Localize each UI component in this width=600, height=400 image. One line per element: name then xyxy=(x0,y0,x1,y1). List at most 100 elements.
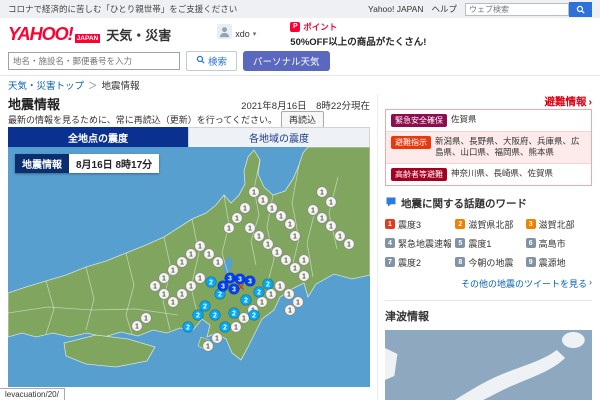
chevron-right-icon: › xyxy=(588,95,593,108)
intensity-marker-value: 3 xyxy=(248,279,252,286)
intensity-marker-value: 1 xyxy=(171,268,175,275)
trend-word-item[interactable]: 1 震度3 xyxy=(385,218,451,231)
intensity-marker-value: 1 xyxy=(198,276,202,283)
intensity-marker-value: 1 xyxy=(302,274,306,281)
evacuation-level-badge: 高齢者等避難 xyxy=(391,167,447,181)
intensity-marker-value: 2 xyxy=(218,292,222,299)
place-search-button[interactable]: 検索 xyxy=(186,51,238,71)
intensity-marker-value: 1 xyxy=(235,216,239,223)
trend-rank-badge: 7 xyxy=(385,257,395,268)
web-search xyxy=(465,1,592,17)
intensity-marker-value: 1 xyxy=(234,325,238,332)
trend-word-item[interactable]: 8 今朝の地震 xyxy=(455,256,521,269)
evacuation-areas: 新潟県、長野県、大阪府、兵庫県、広島県、山口県、福岡県、熊本県 xyxy=(435,136,580,158)
trend-word-item[interactable]: 3 滋賀北部 xyxy=(525,218,592,231)
evacuation-row[interactable]: 高齢者等避難 神奈川県、長崎県、佐賀県 xyxy=(386,162,591,185)
trend-word-item[interactable]: 2 滋賀県北部 xyxy=(455,218,521,231)
trend-word-label: 今朝の地震 xyxy=(468,257,514,268)
help-link[interactable]: ヘルプ xyxy=(431,3,457,15)
intensity-marker-value: 1 xyxy=(260,300,264,307)
intensity-marker-value: 1 xyxy=(278,284,282,291)
intensity-marker-value: 3 xyxy=(228,276,232,283)
more-tweets-link[interactable]: その他の地震のツイートを見る › xyxy=(385,277,592,290)
evacuation-level-badge: 緊急安全確保 xyxy=(391,114,447,127)
search-icon xyxy=(576,2,585,17)
trend-words-grid: 1 震度3 2 滋賀県北部 3 滋賀北部 4 緊急地震速報 5 震度1 6 高島市 7 震度2 8 今朝の地震… xyxy=(385,218,592,269)
place-search-row: 検索 パーソナル天気 xyxy=(0,50,600,76)
site-header: YAHOO! JAPAN 天気・災害 xdo ▾ P ポイント 50%OFF以上… xyxy=(0,18,600,50)
intensity-marker-value: 1 xyxy=(302,258,306,265)
breadcrumb: 天気・災害トップ ＞ 地震情報 xyxy=(0,76,600,94)
trend-word-label: 震源地 xyxy=(538,257,566,268)
evacuation-row[interactable]: 緊急安全確保 佐賀県 xyxy=(386,110,591,131)
intensity-marker-value: 1 xyxy=(347,242,351,249)
search-icon xyxy=(196,55,205,67)
intensity-marker-value: 1 xyxy=(296,300,300,307)
trend-word-label: 震度3 xyxy=(398,219,422,230)
trend-rank-badge: 9 xyxy=(525,257,536,268)
reload-button[interactable]: 再読込 xyxy=(281,110,325,128)
personal-weather-button[interactable]: パーソナル天気 xyxy=(243,51,330,71)
intensity-marker-value: 2 xyxy=(244,298,248,305)
intensity-marker-value: 1 xyxy=(329,224,333,231)
points-promo-link[interactable]: P ポイント 50%OFF以上の商品がたくさん! xyxy=(290,21,426,48)
intensity-marker-value: 1 xyxy=(227,226,231,233)
status-url: levacuation/20/ xyxy=(0,388,65,400)
tab-all-points[interactable]: 全地点の震度 xyxy=(8,127,188,147)
intensity-marker-value: 1 xyxy=(257,234,261,241)
service-title-link[interactable]: 天気・災害 xyxy=(106,25,171,44)
evacuation-level-badge: 避難指示 xyxy=(391,136,431,149)
trend-words-header: 地震に関する話題のワード xyxy=(385,196,592,211)
donation-promo-link[interactable]: コロナで経済的に苦しむ「ひとり親世帯」をご支援ください xyxy=(8,3,237,15)
evacuation-row[interactable]: 避難指示 新潟県、長野県、大阪府、兵庫県、広島県、山口県、福岡県、熊本県 xyxy=(386,131,591,163)
trend-word-item[interactable]: 9 震源地 xyxy=(525,256,592,269)
yahoo-japan-link[interactable]: Yahoo! JAPAN xyxy=(368,4,423,14)
intensity-marker-value: 1 xyxy=(162,276,166,283)
trend-rank-badge: 6 xyxy=(525,238,536,249)
trend-rank-badge: 2 xyxy=(455,219,466,230)
intensity-marker-value: 1 xyxy=(270,206,274,213)
breadcrumb-separator: ＞ xyxy=(88,81,98,92)
tsunami-section-link[interactable]: 津波情報 xyxy=(385,299,592,324)
trend-word-item[interactable]: 4 緊急地震速報 xyxy=(385,237,451,250)
intensity-marker-value: 2 xyxy=(196,313,200,320)
trend-word-item[interactable]: 6 高島市 xyxy=(525,237,592,250)
intensity-marker-value: 1 xyxy=(311,208,315,215)
intensity-marker-value: 1 xyxy=(275,250,279,257)
intensity-marker-value: 1 xyxy=(180,292,184,299)
hokkaido-landmass xyxy=(561,331,585,348)
breadcrumb-home-link[interactable]: 天気・災害トップ xyxy=(8,78,84,92)
user-menu[interactable]: xdo ▾ xyxy=(217,24,256,44)
chevron-down-icon: ▾ xyxy=(252,31,257,38)
intensity-marker-value: 1 xyxy=(171,300,175,307)
place-search-input[interactable] xyxy=(8,52,180,70)
yahoo-logo[interactable]: YAHOO! JAPAN xyxy=(8,24,101,44)
intensity-marker-value: 2 xyxy=(209,280,213,287)
intensity-marker-value: 2 xyxy=(203,304,207,311)
intensity-marker-value: 1 xyxy=(252,190,256,197)
intensity-marker-value: 1 xyxy=(338,234,342,241)
evacuation-info-link[interactable]: 避難情報 › xyxy=(385,94,593,109)
intensity-tabs: 全地点の震度 各地域の震度 xyxy=(8,127,370,147)
web-search-input[interactable] xyxy=(465,2,569,16)
evacuation-areas: 佐賀県 xyxy=(451,114,477,124)
trend-word-label: 滋賀県北部 xyxy=(468,219,514,230)
trend-word-label: 高島市 xyxy=(538,238,566,249)
intensity-marker-value: 1 xyxy=(279,214,283,221)
trend-word-item[interactable]: 7 震度2 xyxy=(385,256,451,269)
intensity-marker-value: 3 xyxy=(221,284,225,291)
intensity-marker-value: 1 xyxy=(320,190,324,197)
top-promo-bar: コロナで経済的に苦しむ「ひとり親世帯」をご支援ください Yahoo! JAPAN… xyxy=(0,0,600,18)
trend-word-item[interactable]: 5 震度1 xyxy=(455,237,521,250)
speech-bubble-icon xyxy=(385,196,397,211)
tab-by-region[interactable]: 各地域の震度 xyxy=(188,127,370,147)
yahoo-logo-text: YAHOO! xyxy=(8,24,74,44)
intensity-marker-value: 2 xyxy=(223,325,227,332)
intensity-marker-value: 2 xyxy=(252,313,256,320)
intensity-marker-value: 1 xyxy=(242,316,246,323)
intensity-marker-value: 1 xyxy=(288,222,292,229)
intensity-marker-value: 1 xyxy=(215,336,219,343)
intensity-marker-value: 2 xyxy=(186,325,190,332)
intensity-marker-value: 1 xyxy=(162,292,166,299)
web-search-button[interactable] xyxy=(569,1,592,17)
